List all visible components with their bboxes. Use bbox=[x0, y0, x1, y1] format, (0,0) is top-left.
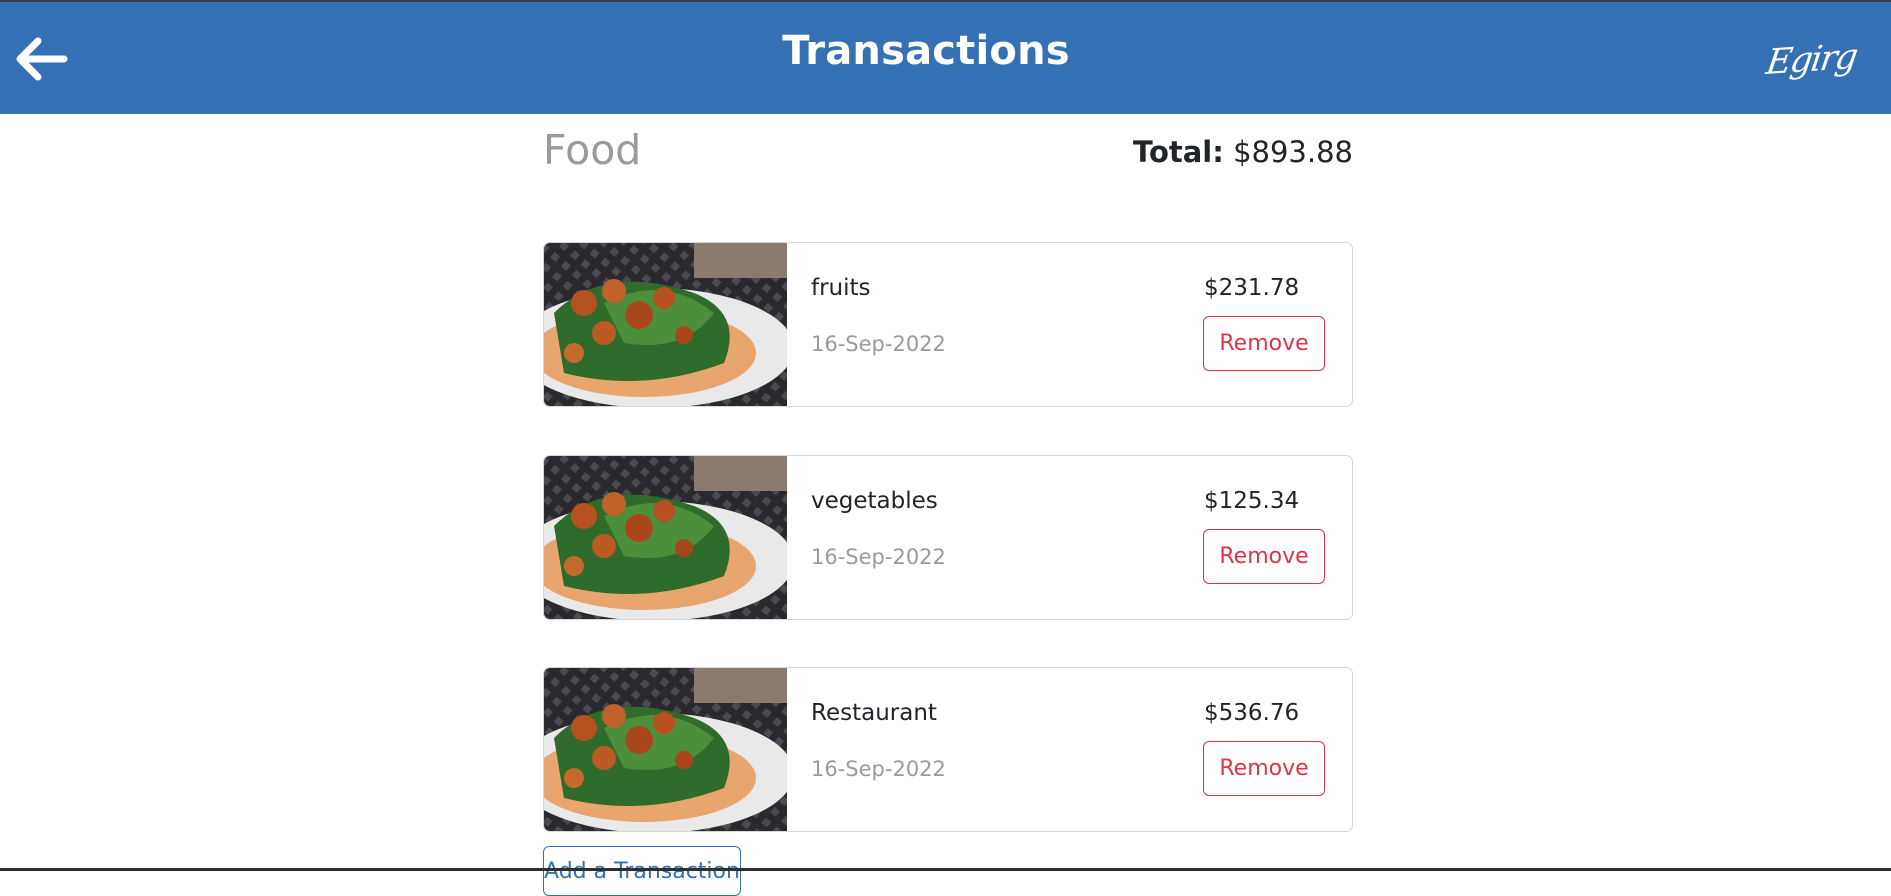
transaction-card: Restaurant 16-Sep-2022 $536.76 Remove bbox=[543, 667, 1353, 832]
transaction-amount: $125.34 bbox=[1204, 488, 1300, 514]
transaction-date: 16-Sep-2022 bbox=[811, 757, 946, 781]
category-total: Total: $893.88 bbox=[1133, 135, 1353, 169]
total-value: $893.88 bbox=[1233, 135, 1353, 169]
transaction-date: 16-Sep-2022 bbox=[811, 545, 946, 569]
transaction-name: fruits bbox=[811, 275, 871, 301]
transaction-card: fruits 16-Sep-2022 $231.78 Remove bbox=[543, 242, 1353, 407]
add-transaction-button[interactable]: Add a Transaction bbox=[543, 846, 741, 896]
food-thumbnail-image bbox=[544, 456, 787, 619]
food-thumbnail-image bbox=[544, 243, 787, 406]
top-navbar: Transactions Egirg bbox=[0, 2, 1891, 114]
transaction-card: vegetables 16-Sep-2022 $125.34 Remove bbox=[543, 455, 1353, 620]
transaction-amount: $536.76 bbox=[1204, 700, 1300, 726]
remove-button[interactable]: Remove bbox=[1203, 529, 1325, 584]
total-label: Total: bbox=[1133, 135, 1224, 169]
remove-button[interactable]: Remove bbox=[1203, 741, 1325, 796]
transaction-amount: $231.78 bbox=[1204, 275, 1300, 301]
category-title: Food bbox=[543, 126, 642, 174]
transaction-name: vegetables bbox=[811, 488, 938, 514]
remove-button[interactable]: Remove bbox=[1203, 316, 1325, 371]
transaction-name: Restaurant bbox=[811, 700, 937, 726]
transaction-date: 16-Sep-2022 bbox=[811, 332, 946, 356]
page-title: Transactions bbox=[782, 28, 1070, 74]
brand-logo[interactable]: Egirg bbox=[1763, 37, 1858, 83]
food-thumbnail-image bbox=[544, 668, 787, 831]
